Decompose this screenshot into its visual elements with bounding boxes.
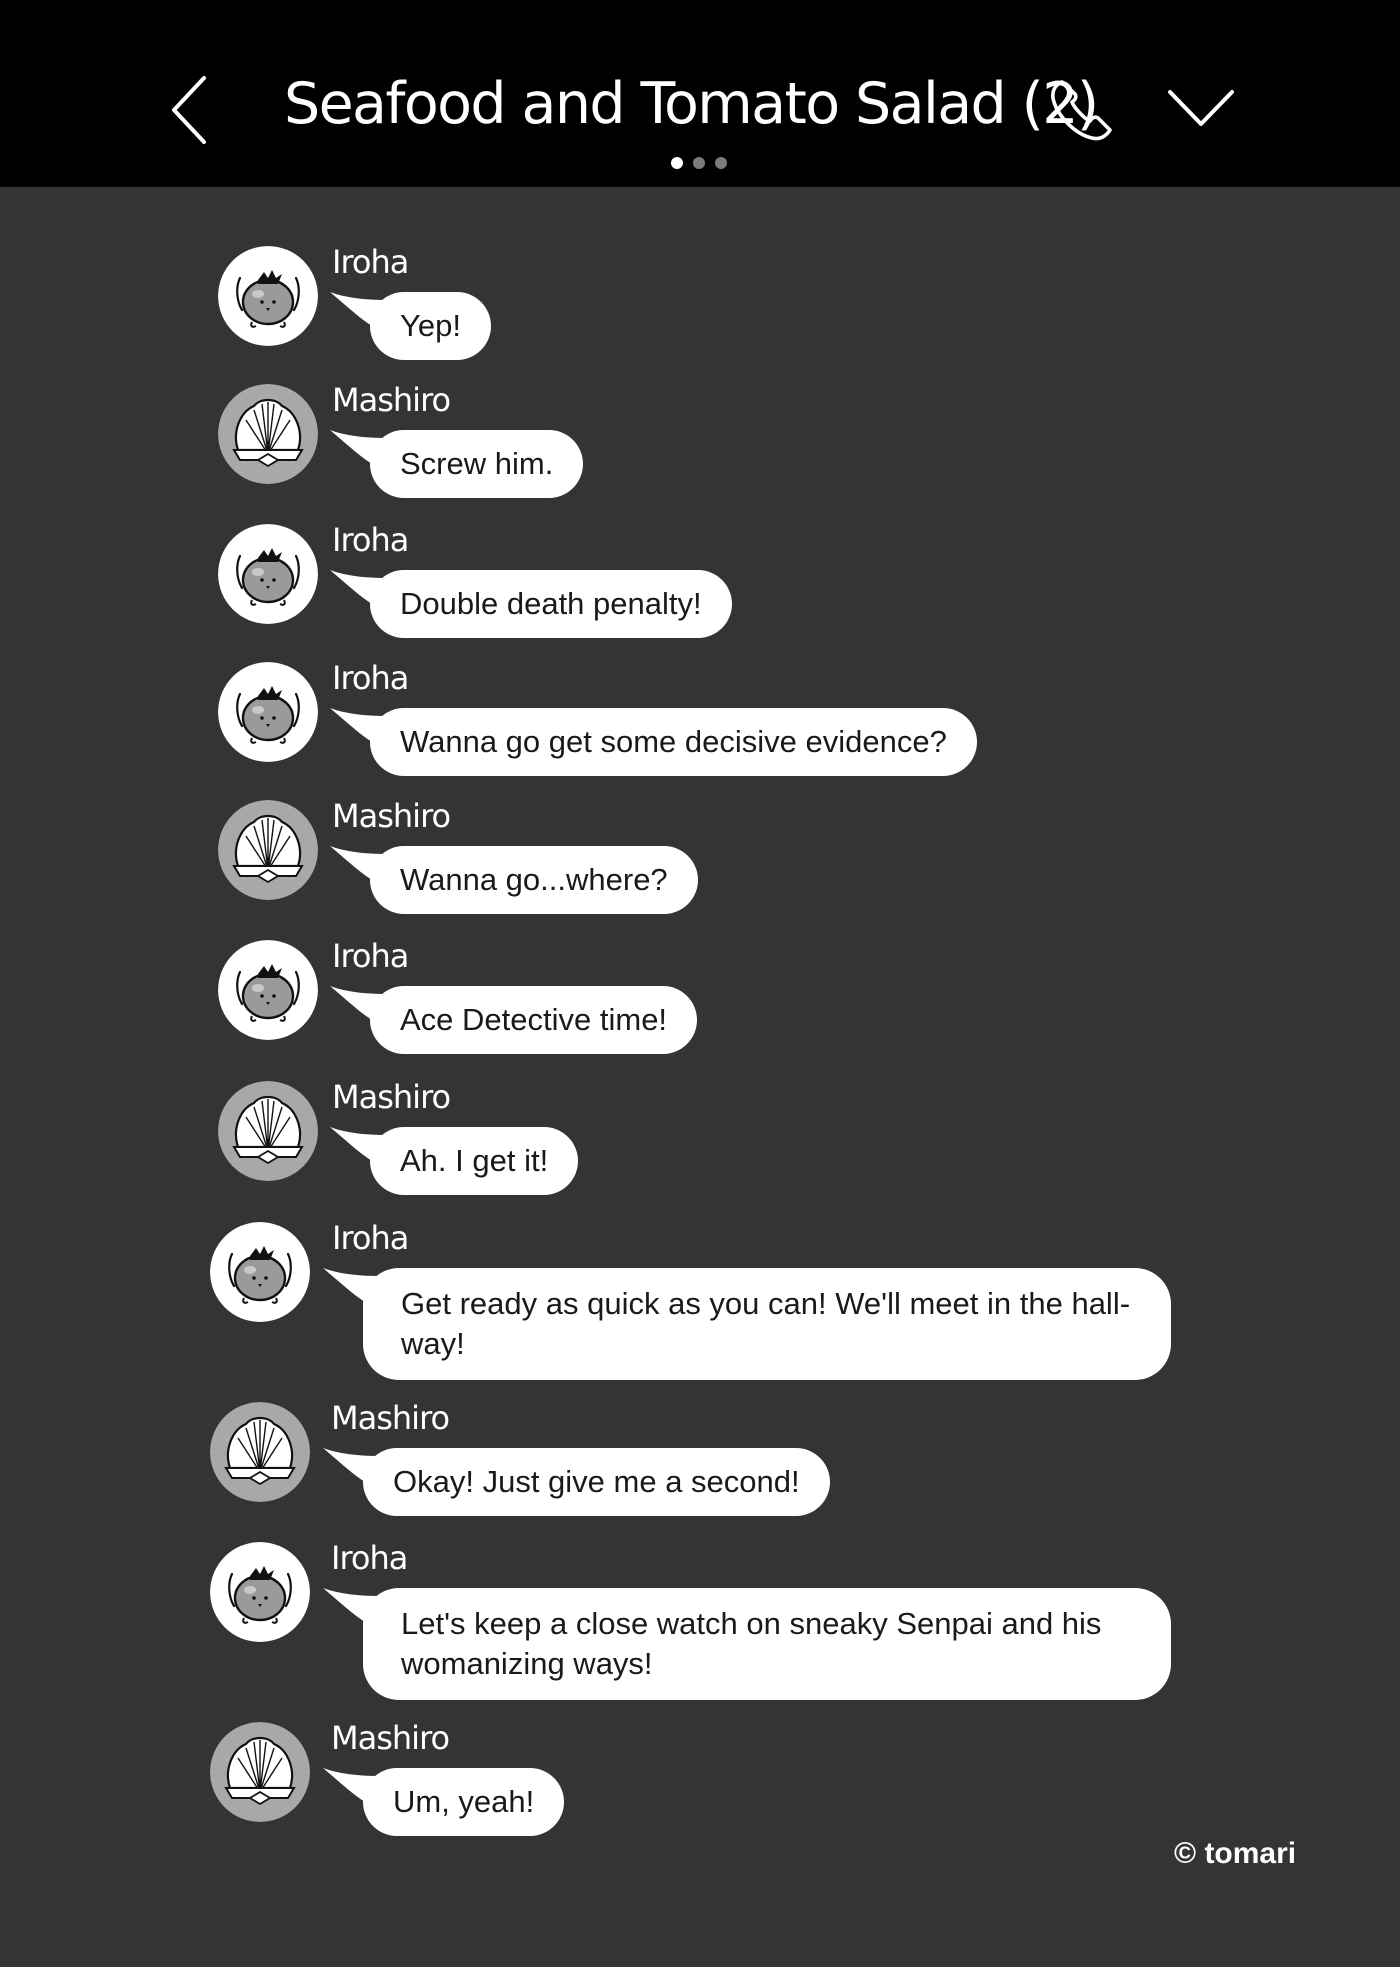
message-bubble[interactable]: Get ready as quick as you can! We'll mee… <box>363 1268 1171 1380</box>
shell-avatar-icon[interactable] <box>218 1081 318 1181</box>
copyright-text: © tomari <box>1174 1837 1297 1870</box>
tomato-avatar-icon[interactable] <box>218 524 318 624</box>
message-bubble[interactable]: Ah. I get it! <box>370 1127 579 1195</box>
page-dot <box>671 157 683 169</box>
chat-title: Seafood and Tomato Salad (2) <box>284 71 1099 137</box>
menu-button[interactable] <box>1166 84 1236 134</box>
sender-name: Iroha <box>331 1539 408 1577</box>
sender-name: Iroha <box>332 937 409 975</box>
tomato-avatar-icon[interactable] <box>218 940 318 1040</box>
shell-avatar-icon[interactable] <box>210 1722 310 1822</box>
message-bubble[interactable]: Screw him. <box>370 430 584 498</box>
phone-icon <box>1051 80 1112 141</box>
tomato-avatar-icon[interactable] <box>218 662 318 762</box>
sender-name: Iroha <box>332 521 409 559</box>
message-bubble[interactable]: Um, yeah! <box>363 1768 565 1836</box>
page-dot <box>693 157 705 169</box>
shell-avatar-icon[interactable] <box>210 1402 310 1502</box>
chat-header: Seafood and Tomato Salad (2) <box>0 0 1400 187</box>
chevron-down-icon <box>1168 90 1234 126</box>
tomato-avatar-icon[interactable] <box>218 246 318 346</box>
sender-name: Mashiro <box>331 1399 450 1437</box>
page-indicator <box>671 157 727 169</box>
sender-name: Iroha <box>332 243 409 281</box>
back-button[interactable] <box>160 70 220 150</box>
sender-name: Mashiro <box>332 381 451 419</box>
page-dot <box>715 157 727 169</box>
sender-name: Mashiro <box>331 1719 450 1757</box>
message-bubble[interactable]: Let's keep a close watch on sneaky Senpa… <box>363 1588 1171 1700</box>
message-bubble[interactable]: Okay! Just give me a second! <box>363 1448 830 1516</box>
message-bubble[interactable]: Wanna go get some decisive evidence? <box>370 708 977 776</box>
message-bubble[interactable]: Ace Detective time! <box>370 986 698 1054</box>
call-button[interactable] <box>1048 76 1116 144</box>
tomato-avatar-icon[interactable] <box>210 1222 310 1322</box>
tomato-avatar-icon[interactable] <box>210 1542 310 1642</box>
message-bubble[interactable]: Yep! <box>370 292 491 360</box>
message-bubble[interactable]: Double death penalty! <box>370 570 732 638</box>
message-bubble[interactable]: Wanna go...where? <box>370 846 698 914</box>
sender-name: Iroha <box>332 1219 409 1257</box>
chevron-left-icon <box>172 76 206 144</box>
sender-name: Mashiro <box>332 797 451 835</box>
sender-name: Mashiro <box>332 1078 451 1116</box>
chat-screen: Seafood and Tomato Salad (2) Iroha Yep! Ma… <box>0 0 1400 1967</box>
sender-name: Iroha <box>332 659 409 697</box>
shell-avatar-icon[interactable] <box>218 384 318 484</box>
shell-avatar-icon[interactable] <box>218 800 318 900</box>
